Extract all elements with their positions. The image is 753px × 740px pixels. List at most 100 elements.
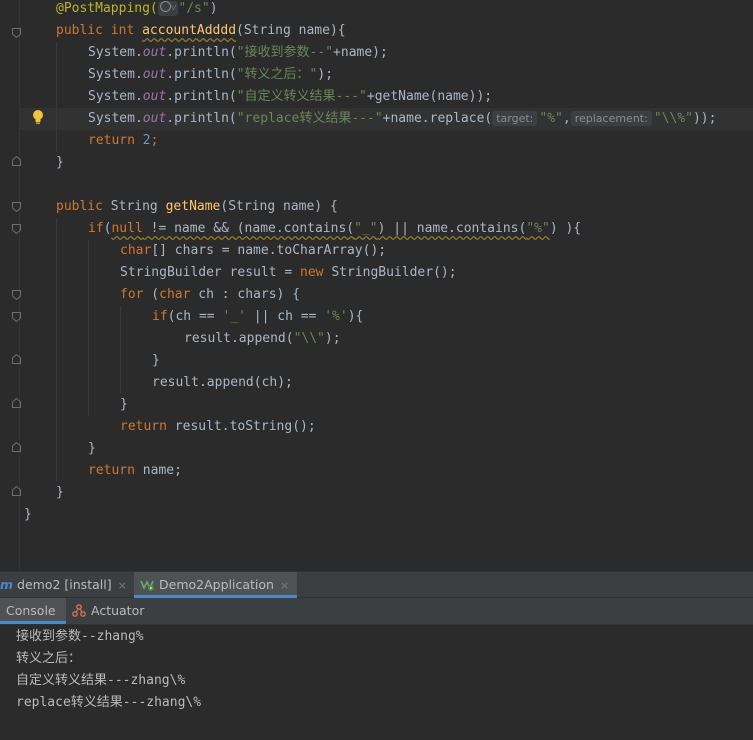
- keyword: public: [56, 199, 103, 214]
- lightbulb-icon[interactable]: [31, 109, 45, 125]
- code-line[interactable]: public String getName(String name) {: [56, 196, 338, 218]
- code-line[interactable]: result.append(ch);: [152, 372, 293, 394]
- keyword: return: [88, 463, 135, 478]
- code-line[interactable]: }: [120, 394, 128, 416]
- code-line[interactable]: return result.toString();: [120, 416, 316, 438]
- string-literal: "\\": [293, 331, 325, 346]
- indent-guide: [88, 240, 89, 416]
- keyword: char: [120, 243, 152, 258]
- tab-label: demo2 [install]: [17, 577, 112, 592]
- code-line[interactable]: }: [24, 504, 32, 526]
- code-line[interactable]: public int accountAdddd(String name){: [56, 20, 346, 42]
- code-token: (: [143, 287, 160, 302]
- string-literal: "%": [526, 221, 550, 236]
- fold-marker-icon[interactable]: [12, 156, 21, 166]
- number-literal: 2: [142, 133, 151, 148]
- tab-console[interactable]: Console: [0, 598, 66, 624]
- code-line[interactable]: System.out.println("自定义转义结果---"+getName(…: [88, 86, 492, 108]
- fold-marker-icon[interactable]: [12, 398, 21, 408]
- code-line[interactable]: if(null != name && (name.contains("_") |…: [88, 218, 581, 240]
- globe-icon[interactable]: ˅: [157, 1, 179, 16]
- tool-window-tabs: Console Actuator: [0, 598, 753, 625]
- code-line[interactable]: System.out.println("转义之后：");: [88, 64, 333, 86]
- code-token: );: [317, 67, 334, 82]
- code-line[interactable]: }: [56, 482, 64, 504]
- string-literal: "自定义转义结果---": [236, 89, 367, 104]
- code-token: || ch ==: [245, 309, 325, 324]
- fold-marker-icon[interactable]: [12, 202, 21, 212]
- code-token: ch : chars) {: [190, 287, 301, 302]
- code-token: ): [209, 1, 218, 16]
- code-line[interactable]: result.append("\\");: [184, 328, 341, 350]
- code-token: ));: [692, 111, 717, 126]
- parameter-hint-replacement: replacement:: [570, 111, 652, 126]
- fold-marker-icon[interactable]: [12, 354, 21, 364]
- code-token: result.append(ch);: [152, 375, 293, 390]
- parameter-hint-target: target:: [492, 111, 538, 126]
- actuator-icon: [72, 600, 86, 626]
- static-field: out: [142, 111, 167, 126]
- code-token: );: [324, 331, 341, 346]
- indent-guide: [56, 42, 57, 152]
- method-name: accountAdddd: [142, 23, 237, 38]
- code-token: }: [56, 485, 64, 500]
- code-token: ){: [347, 309, 364, 324]
- code-token: (String name){: [236, 23, 346, 38]
- code-token: ,: [562, 111, 571, 126]
- fold-marker-icon[interactable]: [12, 28, 21, 38]
- code-token: String: [110, 199, 158, 214]
- code-token: System.: [88, 111, 143, 126]
- code-line[interactable]: char[] chars = name.toCharArray();: [120, 240, 386, 262]
- code-line[interactable]: }: [88, 438, 96, 460]
- annotation-text: @PostMapping(: [56, 1, 158, 16]
- tab-actuator[interactable]: Actuator: [68, 598, 144, 624]
- code-line[interactable]: @PostMapping(˅ "/s"): [56, 0, 218, 20]
- code-token: +name.replace(: [382, 111, 493, 126]
- fold-marker-icon[interactable]: [12, 312, 21, 322]
- run-tab-bar: m demo2 [install] × Demo2Application ×: [0, 571, 753, 598]
- code-token: [] chars = name.toCharArray();: [151, 243, 387, 258]
- keyword: for: [120, 287, 144, 302]
- method-name: getName: [165, 199, 221, 214]
- string-literal: "转义之后：": [236, 67, 318, 82]
- code-token: System.: [88, 67, 143, 82]
- maven-icon: m: [0, 577, 14, 592]
- keyword: int: [110, 23, 135, 38]
- keyword: null: [111, 221, 143, 236]
- code-line[interactable]: }: [56, 152, 64, 174]
- fold-marker-icon[interactable]: [12, 224, 21, 234]
- run-tab-demo2application[interactable]: Demo2Application ×: [134, 572, 298, 598]
- string-literal: '%': [324, 309, 348, 324]
- code-token: .println(: [166, 45, 237, 60]
- code-line[interactable]: return name;: [88, 460, 182, 482]
- code-line[interactable]: System.out.println("接收到参数--"+name);: [88, 42, 388, 64]
- static-field: out: [142, 45, 167, 60]
- code-line[interactable]: for (char ch : chars) {: [120, 284, 300, 306]
- code-token: (String name) {: [220, 199, 338, 214]
- code-token: result.toString();: [166, 419, 316, 434]
- code-token: }: [56, 155, 64, 170]
- code-line[interactable]: System.out.println("replace转义结果---"+name…: [88, 108, 716, 130]
- code-editor[interactable]: @PostMapping(˅ "/s") public int accountAd…: [0, 0, 753, 571]
- tab-label: Actuator: [91, 603, 145, 618]
- code-token: }: [152, 353, 160, 368]
- code-line[interactable]: StringBuilder result = new StringBuilder…: [120, 262, 457, 284]
- code-token: System.: [88, 89, 143, 104]
- code-token: result.append(: [184, 331, 294, 346]
- code-token: ) ){: [549, 221, 582, 236]
- console-output[interactable]: 接收到参数--zhang% 转义之后： 自定义转义结果---zhang\% re…: [0, 625, 753, 740]
- code-token: .println(: [166, 111, 237, 126]
- fold-marker-icon[interactable]: [12, 290, 21, 300]
- close-icon[interactable]: ×: [280, 579, 289, 592]
- code-token: != name && (name.contains(: [142, 221, 355, 236]
- code-line[interactable]: }: [152, 350, 160, 372]
- code-line[interactable]: if(ch == '_' || ch == '%'){: [152, 306, 363, 328]
- code-token: (ch ==: [167, 309, 223, 324]
- tab-label: Demo2Application: [159, 577, 274, 592]
- close-icon[interactable]: ×: [118, 579, 127, 592]
- code-line[interactable]: return 2;: [88, 130, 158, 152]
- string-literal: "/s": [178, 1, 210, 16]
- run-tab-demo2-install[interactable]: m demo2 [install] ×: [0, 572, 127, 598]
- fold-marker-icon[interactable]: [12, 442, 21, 452]
- fold-marker-icon[interactable]: [12, 486, 21, 496]
